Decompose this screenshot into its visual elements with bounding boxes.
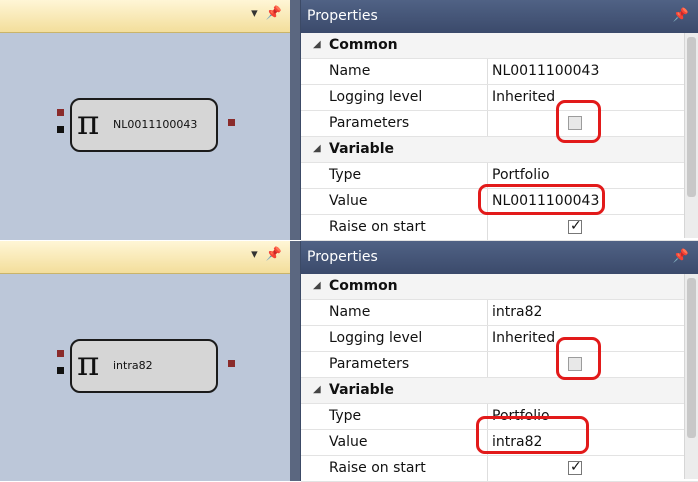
collapse-triangle-icon[interactable]: ◢ <box>313 280 321 291</box>
property-row-parameters[interactable]: Parameters <box>301 352 698 378</box>
property-row-parameters[interactable]: Parameters <box>301 111 698 137</box>
property-label: Logging level <box>329 89 423 105</box>
category-label: Common <box>329 278 398 294</box>
type-value[interactable]: Portfolio <box>492 167 550 183</box>
property-label: Raise on start <box>329 219 426 235</box>
input-port-icon[interactable] <box>57 109 64 116</box>
node-label: intra82 <box>113 359 153 372</box>
canvas-header: ▾ 📌 <box>0 241 290 274</box>
pin-icon[interactable]: 📌 <box>673 8 689 23</box>
pi-icon: π <box>77 344 100 384</box>
property-row-logging-level[interactable]: Logging level Inherited <box>301 326 698 352</box>
property-row-logging-level[interactable]: Logging level Inherited <box>301 85 698 111</box>
column-divider <box>487 215 488 240</box>
scrollbar-thumb[interactable] <box>687 37 696 197</box>
category-label: Variable <box>329 382 394 398</box>
pin-icon[interactable]: 📌 <box>673 249 689 264</box>
column-divider <box>487 85 488 110</box>
column-divider <box>487 456 488 481</box>
pin-icon[interactable]: ▾ 📌 <box>251 247 284 262</box>
property-label: Raise on start <box>329 460 426 476</box>
property-row-raise-on-start[interactable]: Raise on start <box>301 456 698 482</box>
properties-panel: Properties 📌 ◢ Common Name intra82 Loggi… <box>300 241 698 482</box>
highlight-annotation <box>556 337 601 380</box>
property-label: Name <box>329 63 371 79</box>
column-divider <box>487 59 488 84</box>
category-common[interactable]: ◢ Common <box>301 33 698 59</box>
properties-header: Properties 📌 <box>301 241 698 274</box>
category-label: Variable <box>329 141 394 157</box>
property-label: Logging level <box>329 330 423 346</box>
input-port-icon[interactable] <box>57 367 64 374</box>
designer-pane-bottom: ▾ 📌 π intra82 Properties 📌 ◢ Common Name… <box>0 241 698 482</box>
category-variable[interactable]: ◢ Variable <box>301 137 698 163</box>
property-label: Value <box>329 434 368 450</box>
property-row-raise-on-start[interactable]: Raise on start <box>301 215 698 241</box>
splitter[interactable] <box>290 0 300 240</box>
category-variable[interactable]: ◢ Variable <box>301 378 698 404</box>
pi-icon: π <box>77 103 100 143</box>
property-label: Value <box>329 193 368 209</box>
property-label: Parameters <box>329 356 410 372</box>
category-label: Common <box>329 37 398 53</box>
output-port-icon[interactable] <box>228 360 235 367</box>
pin-icon[interactable]: ▾ 📌 <box>251 6 284 21</box>
workflow-canvas[interactable]: ▾ 📌 π intra82 <box>0 241 291 481</box>
category-common[interactable]: ◢ Common <box>301 274 698 300</box>
highlight-annotation <box>478 184 605 215</box>
logging-level-value[interactable]: Inherited <box>492 330 555 346</box>
vertical-scrollbar[interactable] <box>684 33 698 238</box>
column-divider <box>487 300 488 325</box>
output-port-icon[interactable] <box>228 119 235 126</box>
property-label: Type <box>329 408 362 424</box>
properties-header: Properties 📌 <box>301 0 698 33</box>
name-value[interactable]: intra82 <box>492 304 542 320</box>
collapse-triangle-icon[interactable]: ◢ <box>313 39 321 50</box>
column-divider <box>487 326 488 351</box>
splitter[interactable] <box>290 241 300 481</box>
node-label: NL0011100043 <box>113 118 198 131</box>
highlight-annotation <box>556 100 601 143</box>
property-row-name[interactable]: Name intra82 <box>301 300 698 326</box>
scrollbar-thumb[interactable] <box>687 278 696 438</box>
properties-panel: Properties 📌 ◢ Common Name NL0011100043 … <box>300 0 698 241</box>
name-value[interactable]: NL0011100043 <box>492 63 599 79</box>
highlight-annotation <box>476 416 589 454</box>
raise-on-start-checkbox[interactable] <box>568 459 582 475</box>
column-divider <box>487 111 488 136</box>
column-divider <box>487 352 488 377</box>
property-label: Type <box>329 167 362 183</box>
input-port-icon[interactable] <box>57 126 64 133</box>
property-row-name[interactable]: Name NL0011100043 <box>301 59 698 85</box>
properties-title: Properties <box>307 8 378 24</box>
variable-node[interactable]: π intra82 <box>70 339 218 393</box>
canvas-header: ▾ 📌 <box>0 0 290 33</box>
logging-level-value[interactable]: Inherited <box>492 89 555 105</box>
properties-title: Properties <box>307 249 378 265</box>
designer-pane-top: ▾ 📌 π NL0011100043 Properties 📌 ◢ Common… <box>0 0 698 241</box>
raise-on-start-checkbox[interactable] <box>568 218 582 234</box>
collapse-triangle-icon[interactable]: ◢ <box>313 384 321 395</box>
property-label: Name <box>329 304 371 320</box>
variable-node[interactable]: π NL0011100043 <box>70 98 218 152</box>
workflow-canvas[interactable]: ▾ 📌 π NL0011100043 <box>0 0 291 240</box>
collapse-triangle-icon[interactable]: ◢ <box>313 143 321 154</box>
property-label: Parameters <box>329 115 410 131</box>
input-port-icon[interactable] <box>57 350 64 357</box>
vertical-scrollbar[interactable] <box>684 274 698 479</box>
